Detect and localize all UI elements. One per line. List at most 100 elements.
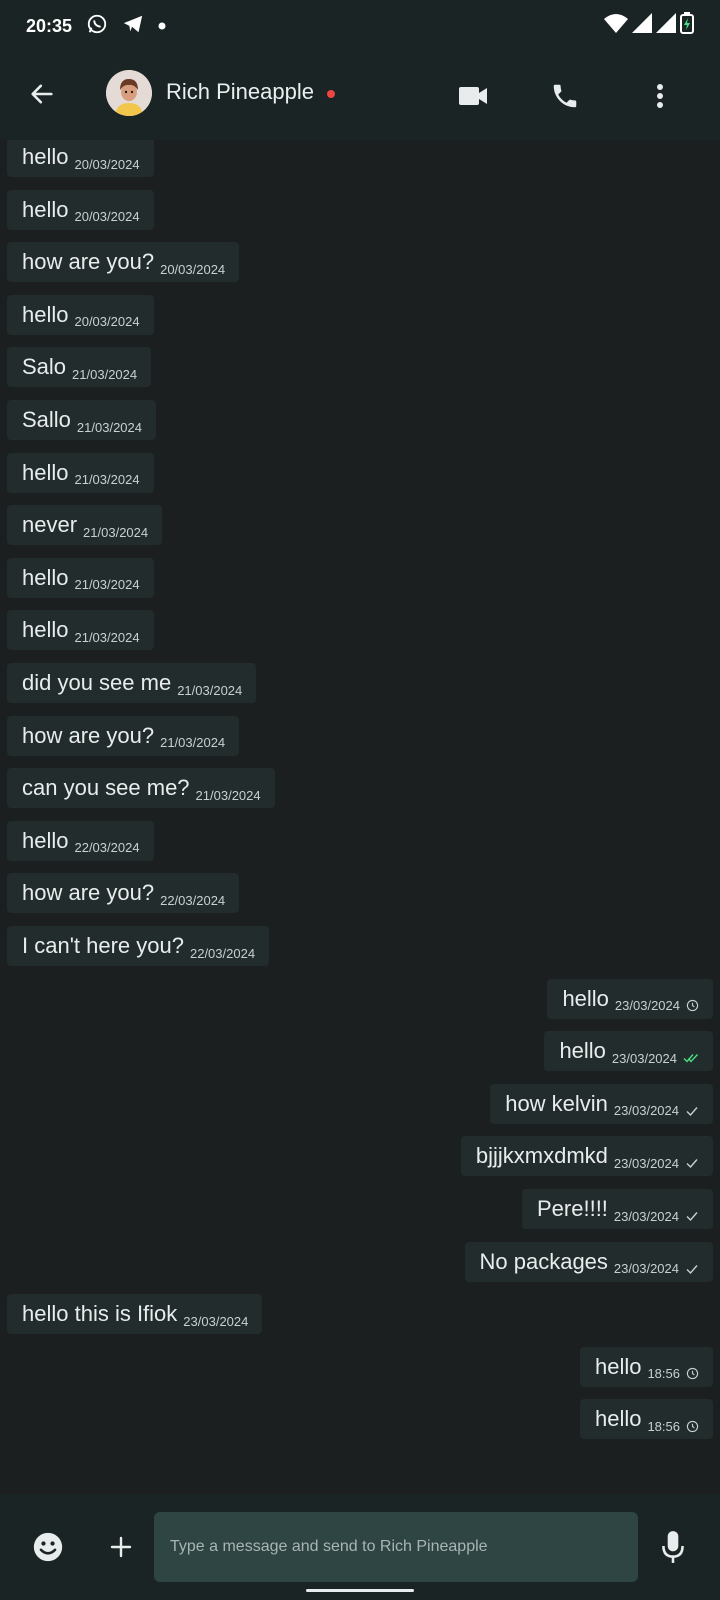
outgoing-message[interactable]: Pere!!!! 23/03/2024 bbox=[522, 1189, 713, 1229]
message-text: hello bbox=[562, 985, 609, 1011]
message-text: hello bbox=[22, 301, 69, 327]
incoming-message[interactable]: how are you? 20/03/2024 bbox=[7, 242, 240, 283]
message-timestamp: 21/03/2024 bbox=[195, 787, 261, 803]
message-text: hello bbox=[22, 617, 69, 643]
message-timestamp: 21/03/2024 bbox=[74, 629, 140, 645]
outgoing-message[interactable]: hello 18:56 bbox=[579, 1346, 713, 1387]
incoming-message[interactable]: hello 21/03/2024 bbox=[7, 452, 154, 493]
incoming-message[interactable]: how are you? 21/03/2024 bbox=[7, 715, 240, 756]
mic-button[interactable] bbox=[656, 1528, 690, 1566]
message-timestamp: 22/03/2024 bbox=[160, 892, 226, 908]
message-timestamp: 23/03/2024 bbox=[613, 1208, 679, 1224]
signal-icon bbox=[656, 13, 676, 38]
outgoing-message[interactable]: hello 23/03/2024 bbox=[544, 1031, 713, 1072]
arrow-left-icon bbox=[31, 84, 53, 104]
message-text: how are you? bbox=[22, 722, 155, 748]
online-status-dot bbox=[327, 90, 335, 98]
incoming-message[interactable]: I can't here you? 22/03/2024 bbox=[7, 926, 270, 966]
composer bbox=[0, 1494, 720, 1600]
message-text: how are you? bbox=[22, 880, 155, 906]
phone-call-button[interactable] bbox=[543, 74, 587, 118]
outgoing-message[interactable]: hello 23/03/2024 bbox=[547, 978, 713, 1019]
message-text: hello this is Ifiok bbox=[22, 1301, 178, 1327]
message-timestamp: 20/03/2024 bbox=[74, 156, 140, 172]
chat-header: Rich Pineapple bbox=[0, 52, 720, 140]
message-timestamp: 22/03/2024 bbox=[189, 945, 256, 961]
emoji-button[interactable] bbox=[31, 1530, 65, 1564]
message-text: Sallo bbox=[22, 407, 71, 432]
more-options-button[interactable] bbox=[638, 74, 682, 118]
outgoing-message[interactable]: No packages 23/03/2024 bbox=[464, 1241, 713, 1282]
back-button[interactable] bbox=[24, 76, 60, 112]
wifi-icon bbox=[604, 13, 628, 38]
incoming-message[interactable]: Sallo 21/03/2024 bbox=[7, 400, 156, 440]
message-text: hello bbox=[22, 144, 69, 169]
incoming-message[interactable]: hello 21/03/2024 bbox=[7, 610, 154, 651]
incoming-message[interactable]: how are you? 22/03/2024 bbox=[7, 873, 240, 914]
clock-icon bbox=[686, 999, 699, 1012]
message-text: how are you? bbox=[22, 249, 155, 275]
message-text: did you see me bbox=[22, 670, 172, 695]
avatar[interactable] bbox=[106, 70, 152, 116]
message-text: No packages bbox=[479, 1248, 608, 1274]
outgoing-message[interactable]: hello 18:56 bbox=[579, 1399, 713, 1440]
incoming-message[interactable]: hello 20/03/2024 bbox=[7, 189, 154, 230]
video-call-icon bbox=[459, 87, 487, 105]
message-list[interactable]: hello 20/03/2024 hello 20/03/2024 how are yo… bbox=[0, 140, 720, 1494]
whatsapp-icon bbox=[86, 13, 108, 40]
incoming-message[interactable]: Salo 21/03/2024 bbox=[7, 347, 152, 388]
notification-dot-icon bbox=[158, 17, 166, 35]
message-timestamp: 23/03/2024 bbox=[614, 998, 680, 1014]
message-text: can you see me? bbox=[22, 775, 190, 801]
message-text: Salo bbox=[22, 354, 67, 380]
message-timestamp: 23/03/2024 bbox=[183, 1313, 249, 1329]
message-text: hello bbox=[22, 459, 69, 485]
message-text: hello bbox=[22, 827, 69, 853]
message-timestamp: 21/03/2024 bbox=[74, 472, 140, 488]
message-timestamp: 21/03/2024 bbox=[76, 419, 142, 435]
message-timestamp: 23/03/2024 bbox=[613, 1155, 679, 1171]
attach-button[interactable] bbox=[104, 1530, 138, 1564]
message-timestamp: 22/03/2024 bbox=[74, 840, 140, 856]
contact-name[interactable]: Rich Pineapple bbox=[166, 79, 314, 105]
message-timestamp: 18:56 bbox=[647, 1366, 680, 1382]
plus-icon bbox=[110, 1536, 132, 1558]
check-icon bbox=[685, 1210, 699, 1222]
home-indicator[interactable] bbox=[306, 1589, 414, 1592]
incoming-message[interactable]: hello 22/03/2024 bbox=[7, 820, 154, 861]
message-text: Pere!!!! bbox=[537, 1196, 608, 1221]
outgoing-message[interactable]: bjjjkxmxdmkd 23/03/2024 bbox=[460, 1136, 713, 1177]
more-options-icon bbox=[657, 84, 663, 108]
incoming-message[interactable]: hello 20/03/2024 bbox=[7, 294, 154, 335]
check-icon bbox=[685, 1105, 699, 1117]
clock-icon bbox=[686, 1420, 699, 1433]
incoming-message[interactable]: hello 21/03/2024 bbox=[7, 557, 154, 598]
message-input[interactable] bbox=[154, 1512, 638, 1582]
incoming-message[interactable]: hello 20/03/2024 bbox=[7, 140, 154, 177]
message-timestamp: 21/03/2024 bbox=[74, 577, 140, 593]
message-text: hello bbox=[559, 1038, 606, 1064]
double-check-icon bbox=[683, 1052, 699, 1064]
check-icon bbox=[685, 1157, 699, 1169]
message-timestamp: 23/03/2024 bbox=[611, 1050, 677, 1066]
message-text: hello bbox=[22, 196, 69, 222]
clock-icon bbox=[686, 1367, 699, 1380]
message-timestamp: 21/03/2024 bbox=[83, 524, 149, 540]
message-timestamp: 20/03/2024 bbox=[74, 209, 140, 225]
status-bar: 20:35 bbox=[0, 0, 720, 52]
outgoing-message[interactable]: how kelvin 23/03/2024 bbox=[490, 1083, 713, 1124]
phone-call-icon bbox=[553, 84, 577, 108]
message-timestamp: 20/03/2024 bbox=[160, 261, 226, 277]
incoming-message[interactable]: did you see me 21/03/2024 bbox=[7, 663, 257, 703]
message-timestamp: 21/03/2024 bbox=[72, 366, 138, 382]
incoming-message[interactable]: hello this is Ifiok 23/03/2024 bbox=[7, 1294, 263, 1335]
video-call-button[interactable] bbox=[451, 74, 495, 118]
mic-icon bbox=[662, 1531, 684, 1563]
incoming-message[interactable]: never 21/03/2024 bbox=[7, 505, 163, 546]
message-timestamp: 23/03/2024 bbox=[613, 1103, 679, 1119]
incoming-message[interactable]: can you see me? 21/03/2024 bbox=[7, 768, 275, 809]
message-text: how kelvin bbox=[505, 1090, 608, 1116]
emoji-icon bbox=[33, 1532, 63, 1562]
message-timestamp: 20/03/2024 bbox=[74, 314, 140, 330]
signal-icon bbox=[632, 13, 652, 38]
